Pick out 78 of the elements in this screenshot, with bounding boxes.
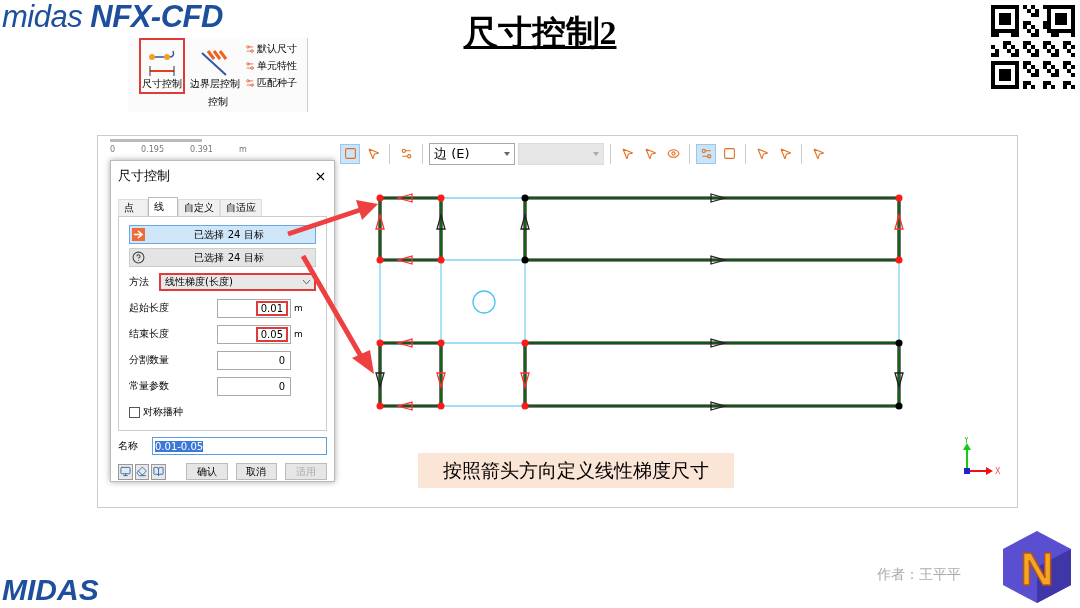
tool-icon xyxy=(755,147,769,160)
eraser-icon xyxy=(136,466,148,477)
selection-mode-dropdown[interactable]: 边 (E) xyxy=(429,142,515,165)
field-label: 结束长度 xyxy=(129,327,170,341)
slide-title: 尺寸控制2 xyxy=(462,13,618,53)
scale-tick: 0.391 xyxy=(190,145,213,154)
icon-button[interactable] xyxy=(134,463,150,480)
number-field[interactable]: 0.05 xyxy=(217,324,291,344)
dialog-tab[interactable]: 点 xyxy=(118,199,148,216)
tool-icon xyxy=(778,147,792,160)
qr-code-icon xyxy=(991,5,1075,89)
field-label: 方法 xyxy=(129,275,150,289)
tool-icon xyxy=(399,147,413,160)
tool-icon xyxy=(343,147,357,160)
field-value: 0.05 xyxy=(255,326,288,342)
help-icon xyxy=(132,251,145,264)
ribbon-button[interactable]: 边界层控制 xyxy=(186,38,243,94)
tool-icon xyxy=(244,78,255,88)
field-label: 名称 xyxy=(118,439,138,453)
tool-icon xyxy=(244,44,255,54)
tool-icon xyxy=(366,147,380,160)
caption-banner: 按照箭头方向定义线性梯度尺寸 xyxy=(418,453,734,488)
dialog-title: 尺寸控制 xyxy=(118,167,170,185)
field-label: 分割数量 xyxy=(129,353,170,367)
field-label: 起始长度 xyxy=(129,301,170,315)
unit-label: m xyxy=(294,303,303,313)
boundary-layer-icon xyxy=(199,49,230,77)
target-button[interactable]: 已选择 24 目标 xyxy=(129,248,316,267)
ribbon-small-button[interactable]: 单元特性 xyxy=(244,59,297,73)
group-label: 控制 xyxy=(207,95,228,109)
tool-icon xyxy=(666,147,680,160)
brand-logo: MIDAS xyxy=(1,575,99,608)
tool-icon xyxy=(244,61,255,71)
arrow-icon xyxy=(132,228,145,241)
caret-icon xyxy=(593,151,599,156)
number-field[interactable]: 0 xyxy=(217,350,291,370)
name-field[interactable]: 0.01-0.05 xyxy=(152,437,327,455)
axis-label: Y xyxy=(964,437,969,445)
tool-icon xyxy=(722,147,736,160)
tool-icon xyxy=(699,147,713,160)
toolbar-button[interactable] xyxy=(340,143,360,164)
target-button[interactable]: 已选择 24 目标 xyxy=(129,225,316,244)
axis-label: X xyxy=(995,467,1001,476)
book-icon xyxy=(153,466,165,477)
dialog-button[interactable]: 取消 xyxy=(235,463,278,480)
method-dropdown[interactable]: 线性梯度(长度) xyxy=(159,273,316,291)
dialog-tab[interactable]: 自定义 xyxy=(178,199,220,216)
field-label: 常量参数 xyxy=(129,379,170,393)
number-field[interactable]: 0.01 xyxy=(217,298,291,318)
scale-unit: m xyxy=(238,145,247,154)
unit-label: m xyxy=(294,329,303,339)
brand-logo: midas NFX-CFD xyxy=(1,0,224,34)
tool-icon xyxy=(643,147,657,160)
dialog-button[interactable]: 确认 xyxy=(185,463,228,480)
field-value: 0 xyxy=(277,354,286,366)
scale-tick: 0 xyxy=(110,145,116,154)
dialog-tab[interactable]: 自适应 xyxy=(220,199,262,216)
monitor-icon xyxy=(119,466,131,477)
ribbon-small-button[interactable]: 默认尺寸 xyxy=(244,42,297,56)
dialog-tab[interactable]: 线 xyxy=(148,197,178,216)
field-value: 0 xyxy=(277,380,286,392)
icon-button[interactable] xyxy=(118,463,133,480)
checkbox[interactable] xyxy=(129,406,140,418)
author-credit: 作者：王平平 xyxy=(877,566,961,584)
tool-icon xyxy=(620,147,634,160)
checkbox-label: 对称播种 xyxy=(143,405,183,419)
field-value: 0.01 xyxy=(255,300,288,316)
scale-tick: 0.195 xyxy=(141,145,164,154)
icon-button[interactable] xyxy=(151,463,166,480)
caret-icon xyxy=(504,151,510,156)
axis-triad-icon xyxy=(963,443,993,475)
ribbon-small-button[interactable]: 匹配种子 xyxy=(244,76,297,90)
caret-icon xyxy=(303,280,310,284)
number-field[interactable]: 0 xyxy=(217,376,291,396)
tool-icon xyxy=(811,147,825,160)
toolbar-button[interactable] xyxy=(696,143,716,164)
ribbon-button[interactable]: 尺寸控制 xyxy=(138,38,185,94)
size-control-icon xyxy=(146,49,177,77)
